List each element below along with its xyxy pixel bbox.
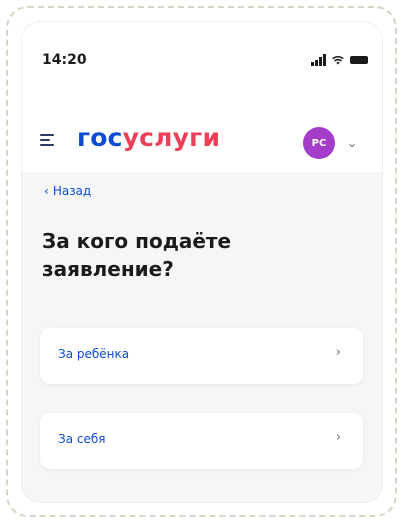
status-time: 14:20 xyxy=(42,52,87,68)
battery-icon xyxy=(350,56,368,64)
chevron-down-icon[interactable]: ⌄ xyxy=(347,136,357,150)
phone-screen: 14:20 госуслуги PC ⌄ ‹ Назад За кого под… xyxy=(22,22,382,502)
back-label: Назад xyxy=(52,184,92,198)
option-label: За ребёнка xyxy=(58,347,130,361)
gosuslugi-logo[interactable]: госуслуги xyxy=(77,123,220,152)
app-header: 14:20 госуслуги PC ⌄ xyxy=(22,22,382,172)
option-for-self[interactable]: За себя › xyxy=(40,413,363,469)
signal-icon xyxy=(311,54,326,66)
chevron-left-icon: ‹ xyxy=(44,184,49,198)
avatar-initials: PC xyxy=(311,137,327,149)
chevron-right-icon: › xyxy=(335,345,341,360)
hamburger-menu-icon[interactable] xyxy=(40,134,54,146)
wifi-icon xyxy=(332,56,344,65)
status-icons xyxy=(311,52,368,66)
option-label: За себя xyxy=(58,432,106,446)
chevron-right-icon: › xyxy=(335,430,341,445)
logo-part-1: гос xyxy=(77,123,123,152)
page-title: За кого подаёте заявление? xyxy=(42,229,232,281)
option-for-child[interactable]: За ребёнка › xyxy=(40,328,363,384)
avatar[interactable]: PC xyxy=(303,127,335,159)
logo-part-2: услуги xyxy=(122,123,221,152)
back-link[interactable]: ‹ Назад xyxy=(44,184,91,198)
